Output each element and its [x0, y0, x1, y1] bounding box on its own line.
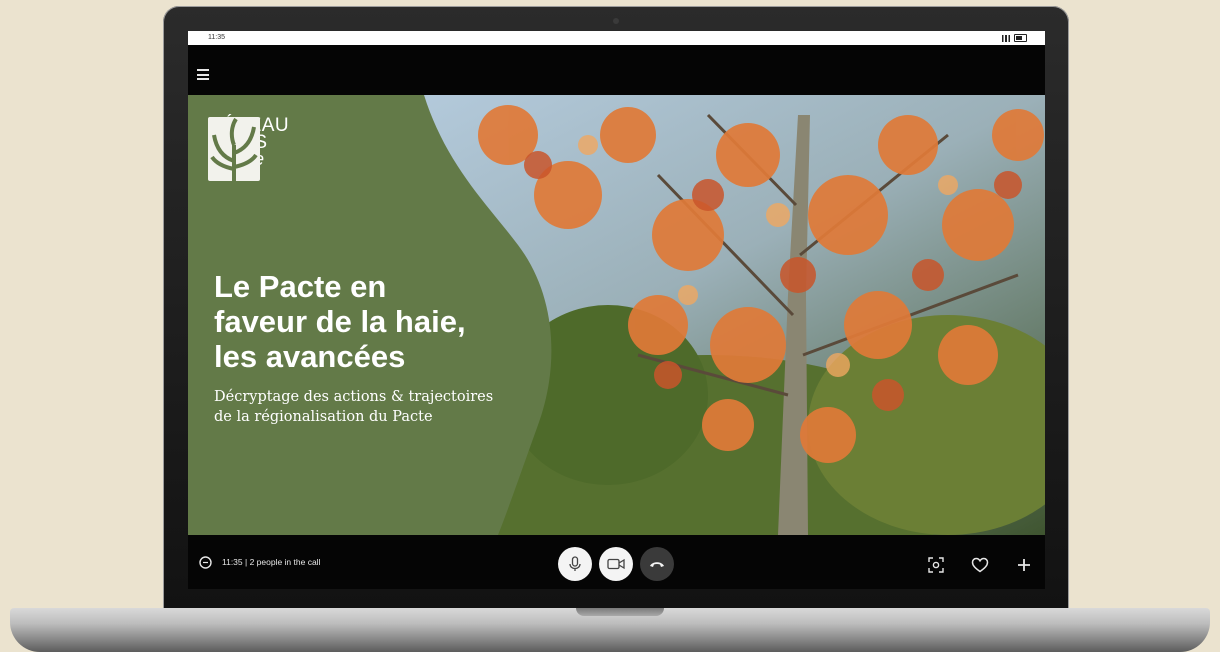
shared-slide-video: RÉSEAU HAIES France Le Pacte en faveur d…: [188, 95, 1045, 535]
like-button[interactable]: [971, 556, 989, 574]
laptop-base: [10, 608, 1210, 652]
battery-icon: [1014, 34, 1027, 42]
heart-icon: [971, 557, 989, 573]
slide-title: Le Pacte en faveur de la haie, les avanc…: [214, 269, 534, 374]
status-icons: [1002, 34, 1027, 42]
plus-icon: [1018, 559, 1030, 571]
laptop-base-notch: [576, 608, 664, 616]
slide-subtitle-line-2: de la régionalisation du Pacte: [214, 409, 433, 425]
hang-up-icon: [650, 562, 664, 567]
menu-icon[interactable]: [197, 69, 209, 80]
status-time: 11:35: [208, 34, 225, 41]
microphone-button[interactable]: [558, 547, 592, 581]
camera-button[interactable]: [599, 547, 633, 581]
chat-icon[interactable]: [199, 556, 212, 569]
app-top-bar: [188, 45, 1045, 95]
slide-title-line-3: les avancées: [214, 339, 406, 374]
add-button[interactable]: [1015, 556, 1033, 574]
slide-subtitle-line-1: Décryptage des actions & trajectoires: [214, 389, 494, 405]
call-controls-bar: 11:35 | 2 people in the call: [188, 535, 1045, 589]
slide-title-line-2: faveur de la haie,: [214, 304, 466, 339]
call-status-text: 11:35 | 2 people in the call: [222, 557, 321, 567]
laptop-screen: 11:35 Le Pacte en faveur de la haie, les…: [188, 31, 1045, 589]
hedge-logo-icon: [208, 117, 260, 181]
camera-icon: [607, 558, 625, 570]
slide-title-line-1: Le Pacte en: [214, 269, 387, 304]
microphone-icon: [569, 556, 581, 571]
hang-up-button[interactable]: [640, 547, 674, 581]
reseau-haies-logo: RÉSEAU HAIES France: [208, 116, 289, 181]
screenshot-button[interactable]: [927, 556, 945, 574]
webcam: [613, 18, 619, 24]
screenshot-icon: [928, 557, 944, 573]
signal-icon: [1002, 34, 1010, 42]
status-bar: 11:35: [188, 31, 1045, 45]
slide-subtitle: Décryptage des actions & trajectoires de…: [214, 387, 534, 427]
